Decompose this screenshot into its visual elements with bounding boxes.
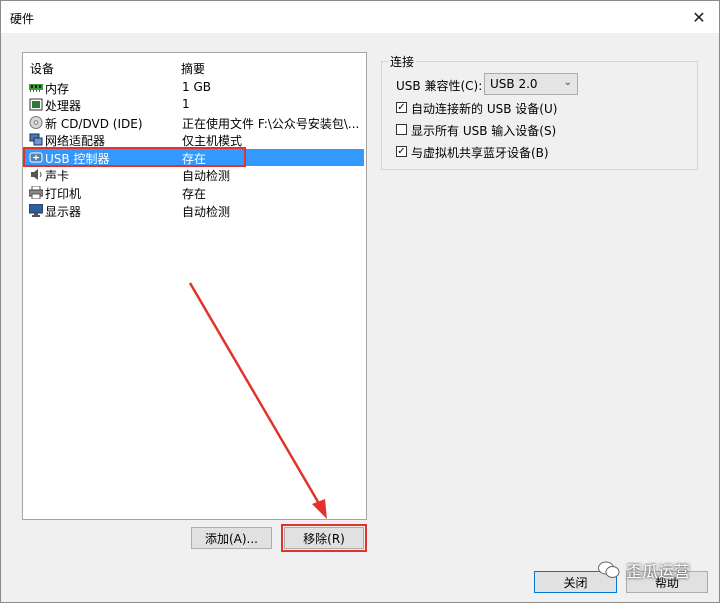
device-name: 新 CD/DVD (IDE) — [45, 117, 143, 131]
device-row-display[interactable]: 显示器 自动检测 — [25, 202, 364, 219]
device-row-network-adapter[interactable]: 网络适配器 仅主机模式 — [25, 131, 364, 148]
device-name: 内存 — [45, 82, 70, 96]
cd-dvd-icon — [29, 116, 43, 129]
device-list: 设备 摘要 内存 1 GB 处理器 1 新 CD/DVD (IDE) 正在使用文… — [22, 52, 367, 520]
wechat-icon — [598, 561, 620, 578]
device-row-processor[interactable]: 处理器 1 — [25, 96, 364, 113]
close-icon[interactable]: ✕ — [679, 1, 719, 33]
window-title: 硬件 — [10, 12, 35, 26]
show-all-usb-label[interactable]: 显示所有 USB 输入设备(S) — [411, 122, 556, 139]
device-name: 处理器 — [45, 99, 82, 113]
device-row-memory[interactable]: 内存 1 GB — [25, 79, 364, 96]
connection-group-title: 连接 — [388, 53, 417, 70]
watermark: 歪瓜运营 — [598, 558, 690, 582]
title-bar: 硬件 ✕ — [1, 1, 719, 33]
share-bluetooth-label[interactable]: 与虚拟机共享蓝牙设备(B) — [411, 144, 549, 161]
printer-icon — [29, 186, 43, 199]
watermark-text: 歪瓜运营 — [626, 562, 691, 581]
device-summary: 1 — [182, 97, 190, 111]
device-summary: 正在使用文件 F:\公众号安装包\... — [182, 117, 360, 131]
sound-card-icon — [31, 169, 42, 180]
show-all-usb-checkbox[interactable] — [396, 124, 407, 135]
memory-icon — [29, 84, 43, 92]
network-adapter-icon — [29, 133, 43, 146]
processor-icon — [29, 98, 43, 111]
device-name: 打印机 — [45, 187, 82, 201]
add-button[interactable]: 添加(A)... — [191, 527, 272, 549]
usb-compat-value: USB 2.0 — [490, 77, 538, 91]
device-summary: 自动检测 — [182, 205, 231, 219]
device-summary: 自动检测 — [182, 169, 231, 183]
device-summary: 1 GB — [182, 80, 211, 94]
auto-connect-label[interactable]: 自动连接新的 USB 设备(U) — [411, 100, 557, 117]
device-summary: 存在 — [182, 187, 207, 201]
column-header-summary[interactable]: 摘要 — [181, 60, 205, 77]
display-icon — [29, 204, 43, 217]
chevron-down-icon: ⌄ — [563, 77, 572, 88]
device-row-sound-card[interactable]: 声卡 自动检测 — [25, 166, 364, 183]
usb-compat-select[interactable]: USB 2.0 ⌄ — [484, 73, 578, 95]
usb-compat-label: USB 兼容性(C): — [396, 79, 483, 93]
device-name: 声卡 — [45, 169, 70, 183]
device-row-printer[interactable]: 打印机 存在 — [25, 184, 364, 201]
auto-connect-checkbox[interactable]: ✓ — [396, 102, 407, 113]
device-name: 显示器 — [45, 205, 82, 219]
usb-row-annotation-box — [23, 147, 246, 167]
remove-button-annotation-box — [281, 524, 367, 552]
share-bluetooth-checkbox[interactable]: ✓ — [396, 146, 407, 157]
device-row-cd-dvd[interactable]: 新 CD/DVD (IDE) 正在使用文件 F:\公众号安装包\... — [25, 114, 364, 131]
column-header-device[interactable]: 设备 — [30, 60, 54, 77]
